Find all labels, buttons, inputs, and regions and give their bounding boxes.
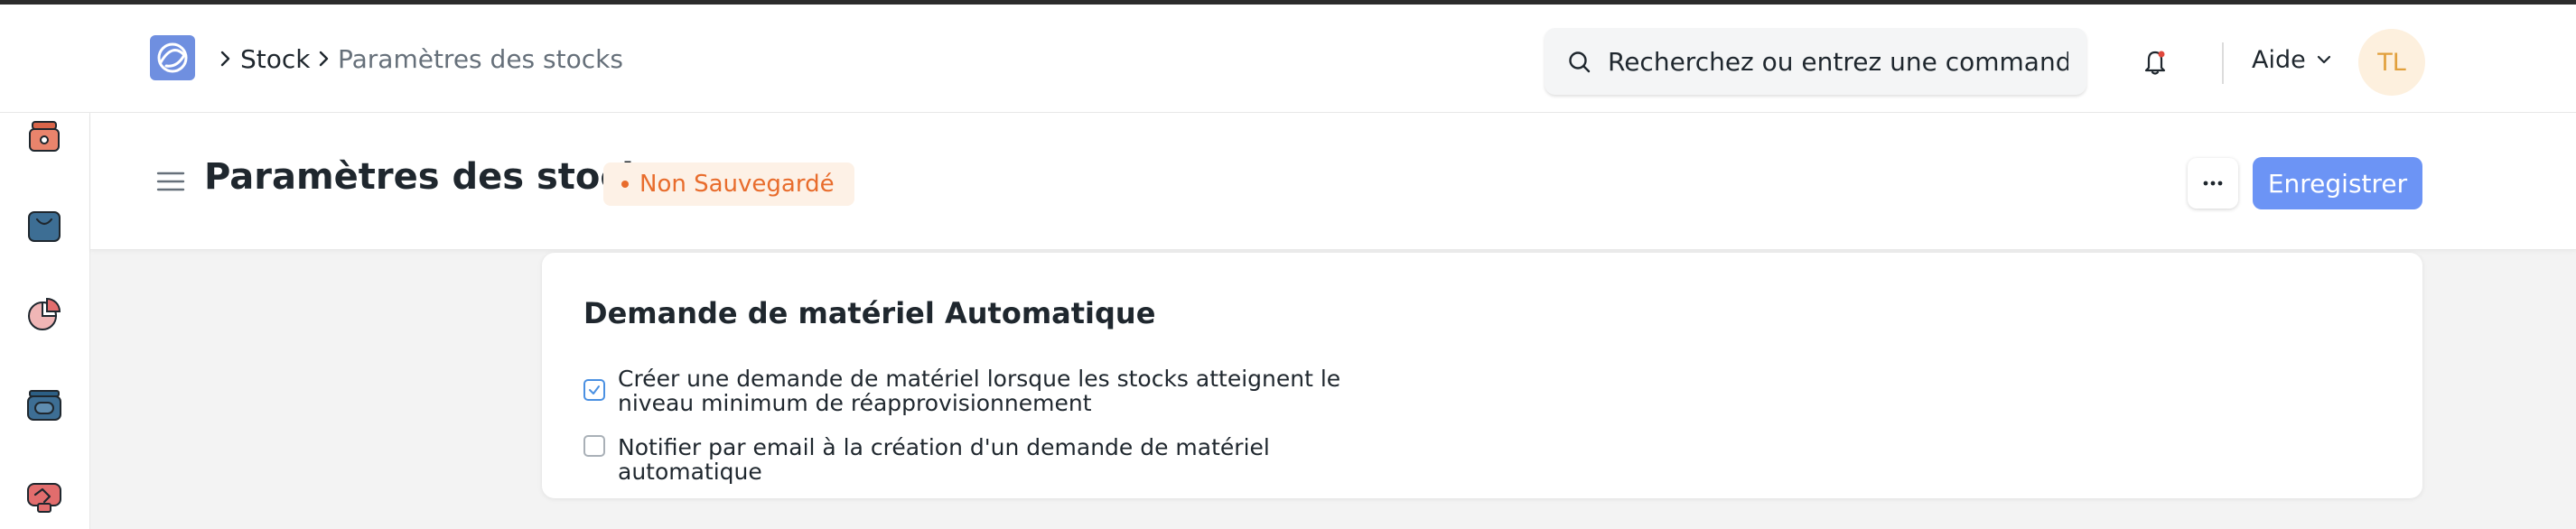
sidebar [0,113,90,529]
ellipsis-icon [2203,181,2223,186]
app-logo-icon[interactable] [150,35,195,80]
chevron-down-icon [2317,55,2330,64]
status-label: Non Sauvegardé [639,171,835,198]
help-dropdown[interactable]: Aide [2252,44,2333,75]
navbar-divider [2222,42,2224,84]
checkbox-auto-material-request[interactable] [583,379,605,401]
help-label: Aide [2252,45,2306,74]
menu-toggle-icon[interactable] [155,167,186,196]
chevron-right-icon [315,45,333,72]
option-label: Créer une demande de matériel lorsque le… [618,366,1341,416]
breadcrumb-stock[interactable]: Stock [240,44,311,75]
notification-bell-icon[interactable] [2142,46,2169,77]
save-button[interactable]: Enregistrer [2253,157,2422,209]
shopping-bag-icon[interactable] [25,207,63,245]
status-dot-icon [621,181,629,188]
page-header: Paramètres des stocks Non Sauvegardé Enr… [90,113,2576,250]
search-bar[interactable] [1545,28,2086,95]
breadcrumb-current[interactable]: Paramètres des stocks [338,44,623,75]
navbar: Stock Paramètres des stocks Aide TL [0,5,2576,113]
handshake-icon[interactable] [25,477,63,515]
avatar[interactable]: TL [2358,29,2425,96]
more-actions-button[interactable] [2188,158,2238,209]
settings-card: Demande de matériel Automatique Créer un… [542,253,2422,498]
search-input[interactable] [1608,44,2068,79]
checkmark-icon [589,385,600,394]
chevron-right-icon [217,45,235,72]
option-row-email-notification[interactable]: Notifier par email à la création d'un de… [583,435,1395,484]
search-icon [1566,49,1593,76]
option-label: Notifier par email à la création d'un de… [618,434,1270,485]
section-title: Demande de matériel Automatique [583,296,1156,330]
status-badge: Non Sauvegardé [603,162,854,206]
checkbox-email-notification[interactable] [583,435,605,457]
page-title: Paramètres des stocks [204,156,667,198]
pie-chart-icon[interactable] [25,295,63,333]
wallet-icon[interactable] [25,387,63,425]
module-icon[interactable] [25,120,63,158]
option-row-auto-material-request[interactable]: Créer une demande de matériel lorsque le… [583,367,1395,415]
